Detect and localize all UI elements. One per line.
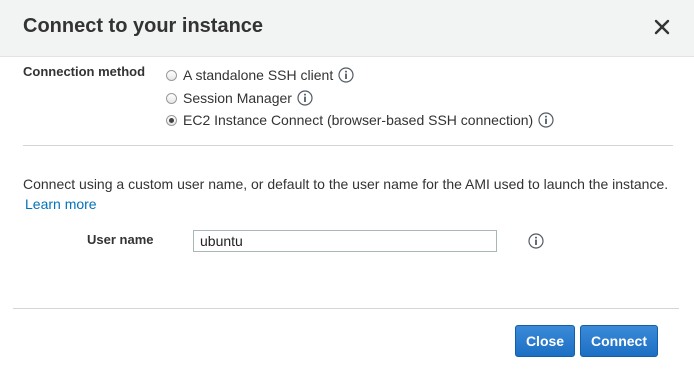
description-text: Connect using a custom user name, or def…: [23, 176, 669, 192]
radio-session-manager[interactable]: [166, 92, 177, 104]
dialog-title: Connect to your instance: [23, 15, 264, 37]
info-icon[interactable]: [338, 67, 354, 83]
learn-more-link[interactable]: Learn more: [25, 196, 97, 212]
option-session-manager[interactable]: Session Manager: [166, 88, 313, 108]
connect-dialog: Connect to your instance Connection meth…: [0, 0, 694, 372]
info-icon[interactable]: [528, 233, 544, 249]
radio-ec2-instance-connect[interactable]: [166, 114, 177, 126]
option-ssh-client[interactable]: A standalone SSH client: [166, 65, 354, 85]
connect-button[interactable]: Connect: [580, 325, 658, 357]
info-icon[interactable]: [538, 112, 554, 128]
option-ec2-instance-connect-label: EC2 Instance Connect (browser-based SSH …: [183, 112, 534, 128]
dialog-header: Connect to your instance: [0, 0, 694, 57]
footer-divider: [13, 308, 679, 309]
user-name-input[interactable]: [193, 230, 497, 252]
option-ec2-instance-connect[interactable]: EC2 Instance Connect (browser-based SSH …: [166, 110, 554, 130]
close-button[interactable]: Close: [515, 325, 575, 357]
user-name-label: User name: [87, 232, 154, 247]
radio-ssh-client[interactable]: [166, 69, 177, 81]
close-x-icon[interactable]: [651, 16, 673, 38]
info-icon[interactable]: [297, 90, 313, 106]
option-ssh-client-label: A standalone SSH client: [183, 67, 334, 83]
option-session-manager-label: Session Manager: [183, 90, 292, 106]
section-divider: [23, 145, 673, 146]
connection-method-label: Connection method: [23, 64, 146, 79]
